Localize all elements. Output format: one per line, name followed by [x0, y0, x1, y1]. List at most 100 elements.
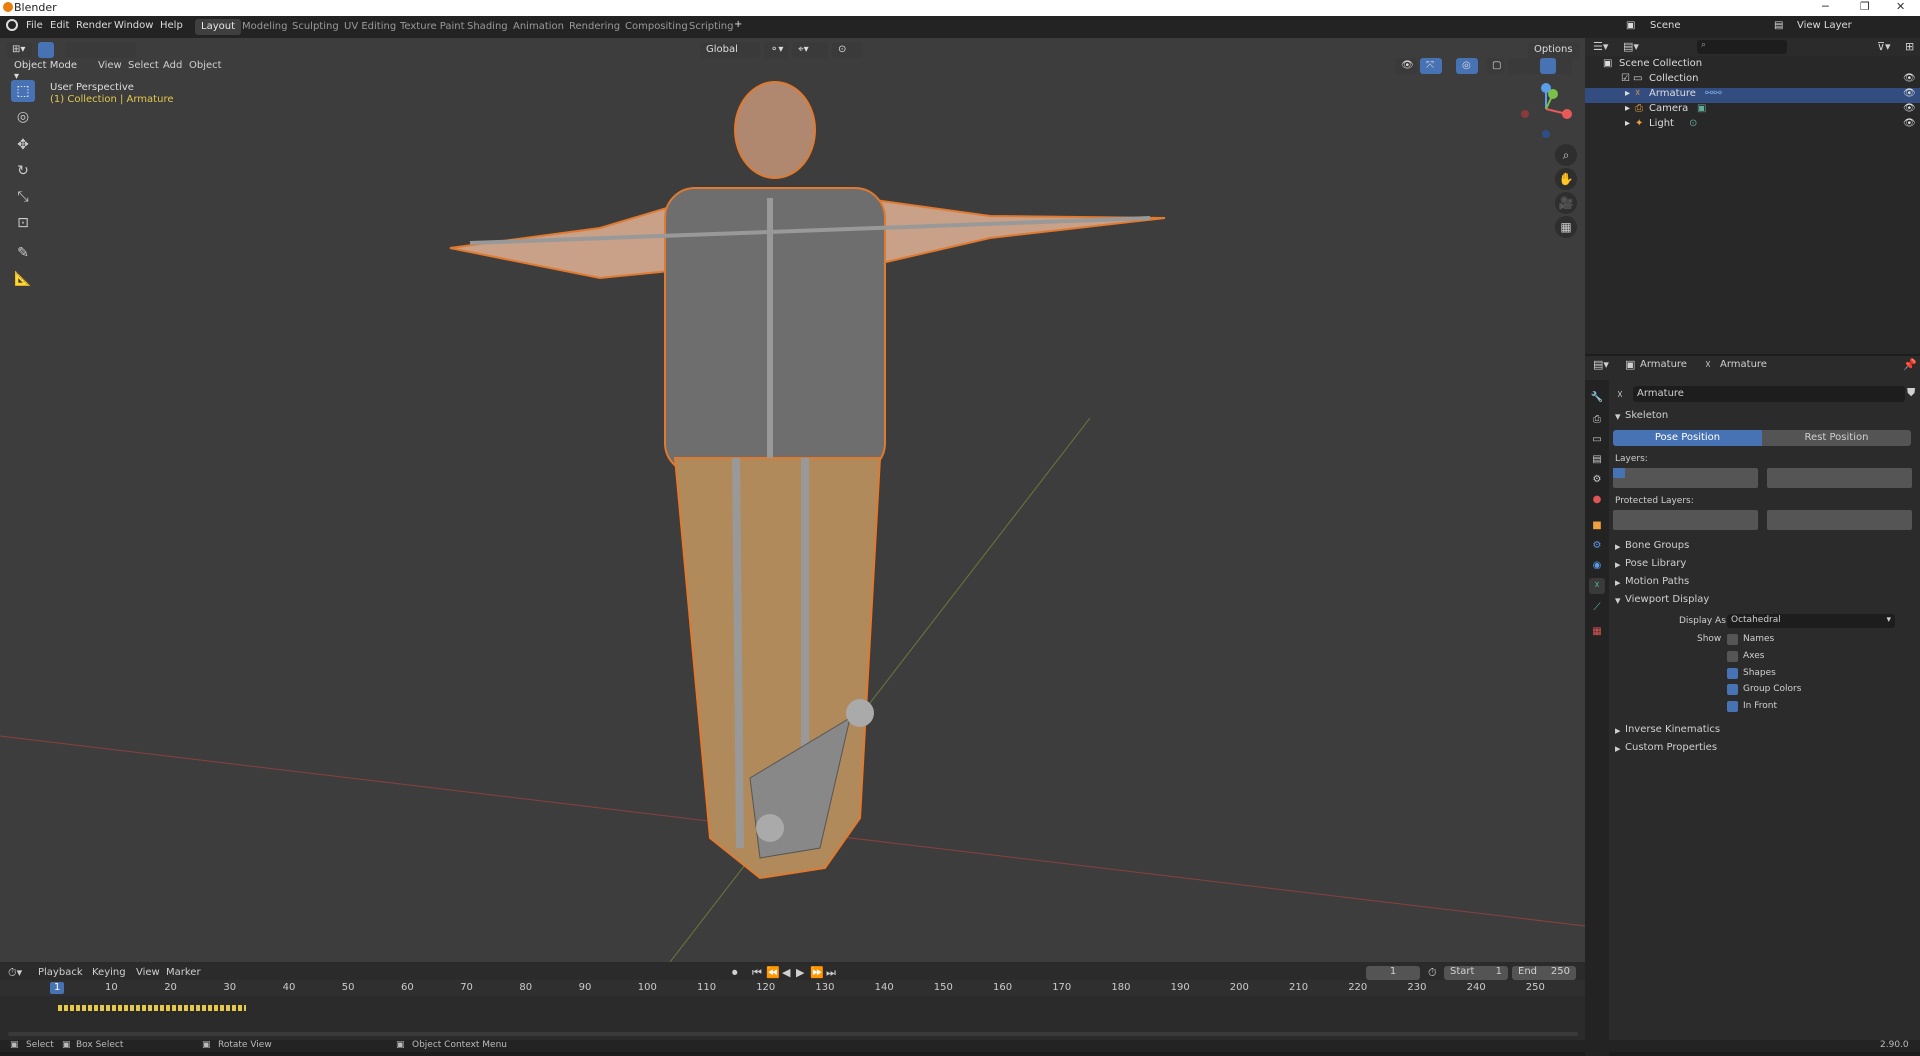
- tab-sculpting[interactable]: Sculpting: [286, 19, 345, 35]
- names-checkbox[interactable]: [1727, 634, 1738, 645]
- inverse-kinematics-arrow-icon[interactable]: ▸: [1615, 724, 1621, 737]
- properties-editor-icon[interactable]: ▤▾: [1593, 358, 1609, 371]
- scene-icon[interactable]: ▣: [1626, 20, 1635, 31]
- panel-custom-properties[interactable]: Custom Properties: [1625, 742, 1717, 753]
- menu-add[interactable]: Add: [163, 60, 182, 71]
- gizmo-toggle[interactable]: ⤧: [1420, 58, 1442, 74]
- outliner-search-input[interactable]: ⌕: [1697, 40, 1787, 54]
- camera-view-icon[interactable]: 🎥: [1555, 192, 1577, 214]
- outliner-row-collection[interactable]: ☑ ▭ Collection 👁: [1585, 73, 1920, 88]
- tab-layout[interactable]: Layout: [195, 19, 241, 35]
- ortho-toggle-icon[interactable]: ▦: [1555, 216, 1577, 238]
- protected-layers-grid-left[interactable]: [1613, 510, 1758, 530]
- marker-menu[interactable]: Marker: [166, 967, 201, 978]
- view-layer-tab-icon[interactable]: ▤: [1589, 452, 1605, 468]
- keyframe-strip[interactable]: [58, 1005, 246, 1011]
- tab-texture-paint[interactable]: Texture Paint: [394, 19, 471, 35]
- zoom-icon[interactable]: ⌕: [1555, 144, 1577, 166]
- menu-view[interactable]: View: [98, 60, 122, 71]
- visibility-eye-icon[interactable]: 👁: [1903, 73, 1916, 84]
- overlay-toggle[interactable]: ◎: [1456, 58, 1478, 74]
- tab-animation[interactable]: Animation: [507, 19, 570, 35]
- orientation-dropdown[interactable]: Global: [700, 42, 760, 58]
- view-layer-name[interactable]: View Layer: [1797, 20, 1852, 31]
- output-tab-icon[interactable]: ▭: [1589, 432, 1605, 448]
- blender-menu-icon[interactable]: [6, 19, 18, 31]
- view-layer-icon[interactable]: ▤: [1774, 20, 1783, 31]
- menu-edit[interactable]: Edit: [50, 20, 69, 31]
- select-tool-icon[interactable]: ⬚: [11, 80, 35, 102]
- outliner-row-armature[interactable]: ▸ ☓ Armature ⚯⚯ 👁: [1585, 88, 1920, 103]
- modifiers-tab-icon[interactable]: ⚙: [1589, 538, 1605, 554]
- viewport-display-arrow-icon[interactable]: ▾: [1615, 594, 1621, 607]
- shading-rendered-icon[interactable]: [1556, 58, 1572, 74]
- expand-arrow-icon[interactable]: ▸: [1625, 118, 1630, 129]
- protected-layers-grid-right[interactable]: [1767, 510, 1912, 530]
- bone-groups-arrow-icon[interactable]: ▸: [1615, 540, 1621, 553]
- scene-name[interactable]: Scene: [1650, 20, 1681, 31]
- preview-range-icon[interactable]: ⏱: [1428, 966, 1437, 980]
- visibility-eye-icon[interactable]: 👁: [1903, 118, 1916, 129]
- measure-tool-icon[interactable]: 📐: [11, 268, 35, 290]
- timeline-scrollbar[interactable]: [8, 1032, 1578, 1036]
- group-colors-checkbox[interactable]: [1727, 684, 1738, 695]
- prev-keyframe-icon[interactable]: ⏪: [766, 966, 780, 979]
- tab-modeling[interactable]: Modeling: [236, 19, 294, 35]
- tab-scripting[interactable]: Scripting: [683, 19, 739, 35]
- display-as-dropdown[interactable]: Octahedral ▾: [1727, 614, 1895, 628]
- keying-menu[interactable]: Keying: [92, 967, 126, 978]
- tab-uv-editing[interactable]: UV Editing: [338, 19, 402, 35]
- scale-tool-icon[interactable]: ⤡: [11, 186, 35, 208]
- scene-tab-icon[interactable]: ⚙: [1589, 472, 1605, 488]
- motion-paths-arrow-icon[interactable]: ▸: [1615, 576, 1621, 589]
- jump-end-icon[interactable]: ⏭: [826, 966, 836, 980]
- move-tool-icon[interactable]: ✥: [11, 134, 35, 156]
- panel-inverse-kinematics[interactable]: Inverse Kinematics: [1625, 724, 1720, 735]
- selection-modes[interactable]: [66, 42, 136, 58]
- panel-viewport-display[interactable]: Viewport Display: [1625, 594, 1709, 605]
- start-frame-field[interactable]: Start 1: [1444, 966, 1508, 980]
- filter-icon[interactable]: ⊽▾: [1877, 40, 1891, 53]
- visibility-eye-icon[interactable]: 👁: [1903, 88, 1916, 99]
- shading-material-icon[interactable]: [1540, 58, 1556, 74]
- minimize-icon[interactable]: ─: [1822, 0, 1829, 13]
- restore-icon[interactable]: ❐: [1860, 0, 1870, 13]
- fake-user-icon[interactable]: ⛊: [1907, 386, 1915, 400]
- close-icon[interactable]: ✕: [1896, 0, 1905, 13]
- mode-dropdown[interactable]: Object Mode ▾: [8, 58, 88, 82]
- menu-select[interactable]: Select: [128, 60, 159, 71]
- armature-data-tab-icon[interactable]: ☓: [1589, 578, 1605, 594]
- view-menu[interactable]: View: [136, 967, 160, 978]
- tab-rendering[interactable]: Rendering: [563, 19, 626, 35]
- current-frame-field[interactable]: 1: [1366, 966, 1420, 980]
- render-tab-icon[interactable]: ⎙: [1589, 412, 1605, 428]
- object-tab-icon[interactable]: ■: [1589, 518, 1605, 534]
- rest-position-button[interactable]: Rest Position: [1762, 430, 1911, 446]
- layers-grid-right[interactable]: [1767, 468, 1912, 488]
- xray-toggle[interactable]: ▢: [1486, 58, 1504, 74]
- shapes-checkbox[interactable]: [1727, 668, 1738, 679]
- shading-wireframe-icon[interactable]: [1508, 58, 1524, 74]
- skeleton-arrow-icon[interactable]: ▾: [1615, 410, 1621, 423]
- layers-grid-left[interactable]: [1613, 468, 1758, 488]
- physics-tab-icon[interactable]: ◉: [1589, 558, 1605, 574]
- transform-tool-icon[interactable]: ⊡: [11, 212, 35, 234]
- expand-arrow-icon[interactable]: ▸: [1625, 103, 1630, 114]
- visibility-toggle[interactable]: 👁: [1395, 58, 1417, 74]
- pivot-dropdown[interactable]: ⚬▾: [764, 42, 788, 58]
- new-collection-icon[interactable]: ⊞: [1905, 40, 1914, 53]
- tool-tab-icon[interactable]: 🔧: [1589, 390, 1605, 406]
- expand-arrow-icon[interactable]: ▸: [1625, 88, 1630, 99]
- outliner-row-light[interactable]: ▸ ✦ Light ⊙ 👁: [1585, 118, 1920, 133]
- menu-object[interactable]: Object: [189, 60, 222, 71]
- jump-start-icon[interactable]: ⏮: [752, 966, 762, 980]
- play-reverse-icon[interactable]: ◀: [782, 966, 790, 979]
- menu-file[interactable]: File: [26, 20, 43, 31]
- record-icon[interactable]: ⏺: [732, 966, 738, 980]
- options-dropdown[interactable]: Options: [1528, 42, 1580, 58]
- pin-icon[interactable]: 📌: [1903, 358, 1917, 371]
- bone-tab-icon[interactable]: ⟋: [1589, 600, 1605, 616]
- axes-checkbox[interactable]: [1727, 651, 1738, 662]
- layer-active-cell[interactable]: [1613, 468, 1625, 478]
- snap-dropdown[interactable]: ⌖▾: [792, 42, 828, 58]
